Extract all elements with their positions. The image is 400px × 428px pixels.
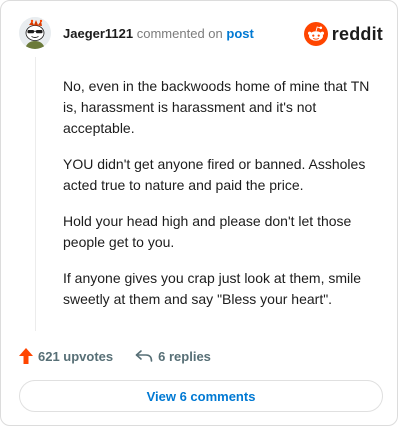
comment-paragraph: Hold your head high and please don't let… — [63, 213, 352, 250]
upvote-count: 621 upvotes — [38, 348, 114, 364]
comment-paragraph: If anyone gives you crap just look at th… — [63, 270, 362, 307]
comment-actions: 621 upvotes 6 replies — [19, 345, 211, 367]
username[interactable]: Jaeger1121 — [63, 26, 133, 41]
reddit-wordmark: reddit — [331, 23, 383, 44]
snoo-avatar-icon — [19, 17, 51, 49]
comment-body: No, even in the backwoods home of mine t… — [63, 76, 383, 325]
comment-meta: Jaeger1121 commented on post — [63, 26, 254, 42]
post-link[interactable]: post — [226, 26, 253, 41]
commented-on-text: commented on — [136, 26, 223, 41]
thread-line — [35, 57, 36, 331]
upvote-arrow-icon — [19, 348, 33, 364]
upvote-button[interactable]: 621 upvotes — [19, 348, 113, 364]
comment-paragraph: No, even in the backwoods home of mine t… — [63, 78, 370, 136]
replies-button[interactable]: 6 replies — [135, 349, 211, 364]
reddit-brand[interactable]: reddit — [303, 20, 383, 48]
comment-header: Jaeger1121 commented on post reddit — [19, 17, 383, 51]
user-avatar[interactable] — [19, 17, 51, 49]
view-comments-button[interactable]: View 6 comments — [19, 380, 383, 412]
reply-arrow-icon — [135, 350, 153, 362]
comment-paragraph: YOU didn't get anyone fired or banned. A… — [63, 156, 366, 193]
reddit-logo-icon — [303, 22, 328, 46]
comment-embed-card: Jaeger1121 commented on post reddit No, … — [0, 0, 398, 426]
replies-count: 6 replies — [158, 348, 211, 364]
